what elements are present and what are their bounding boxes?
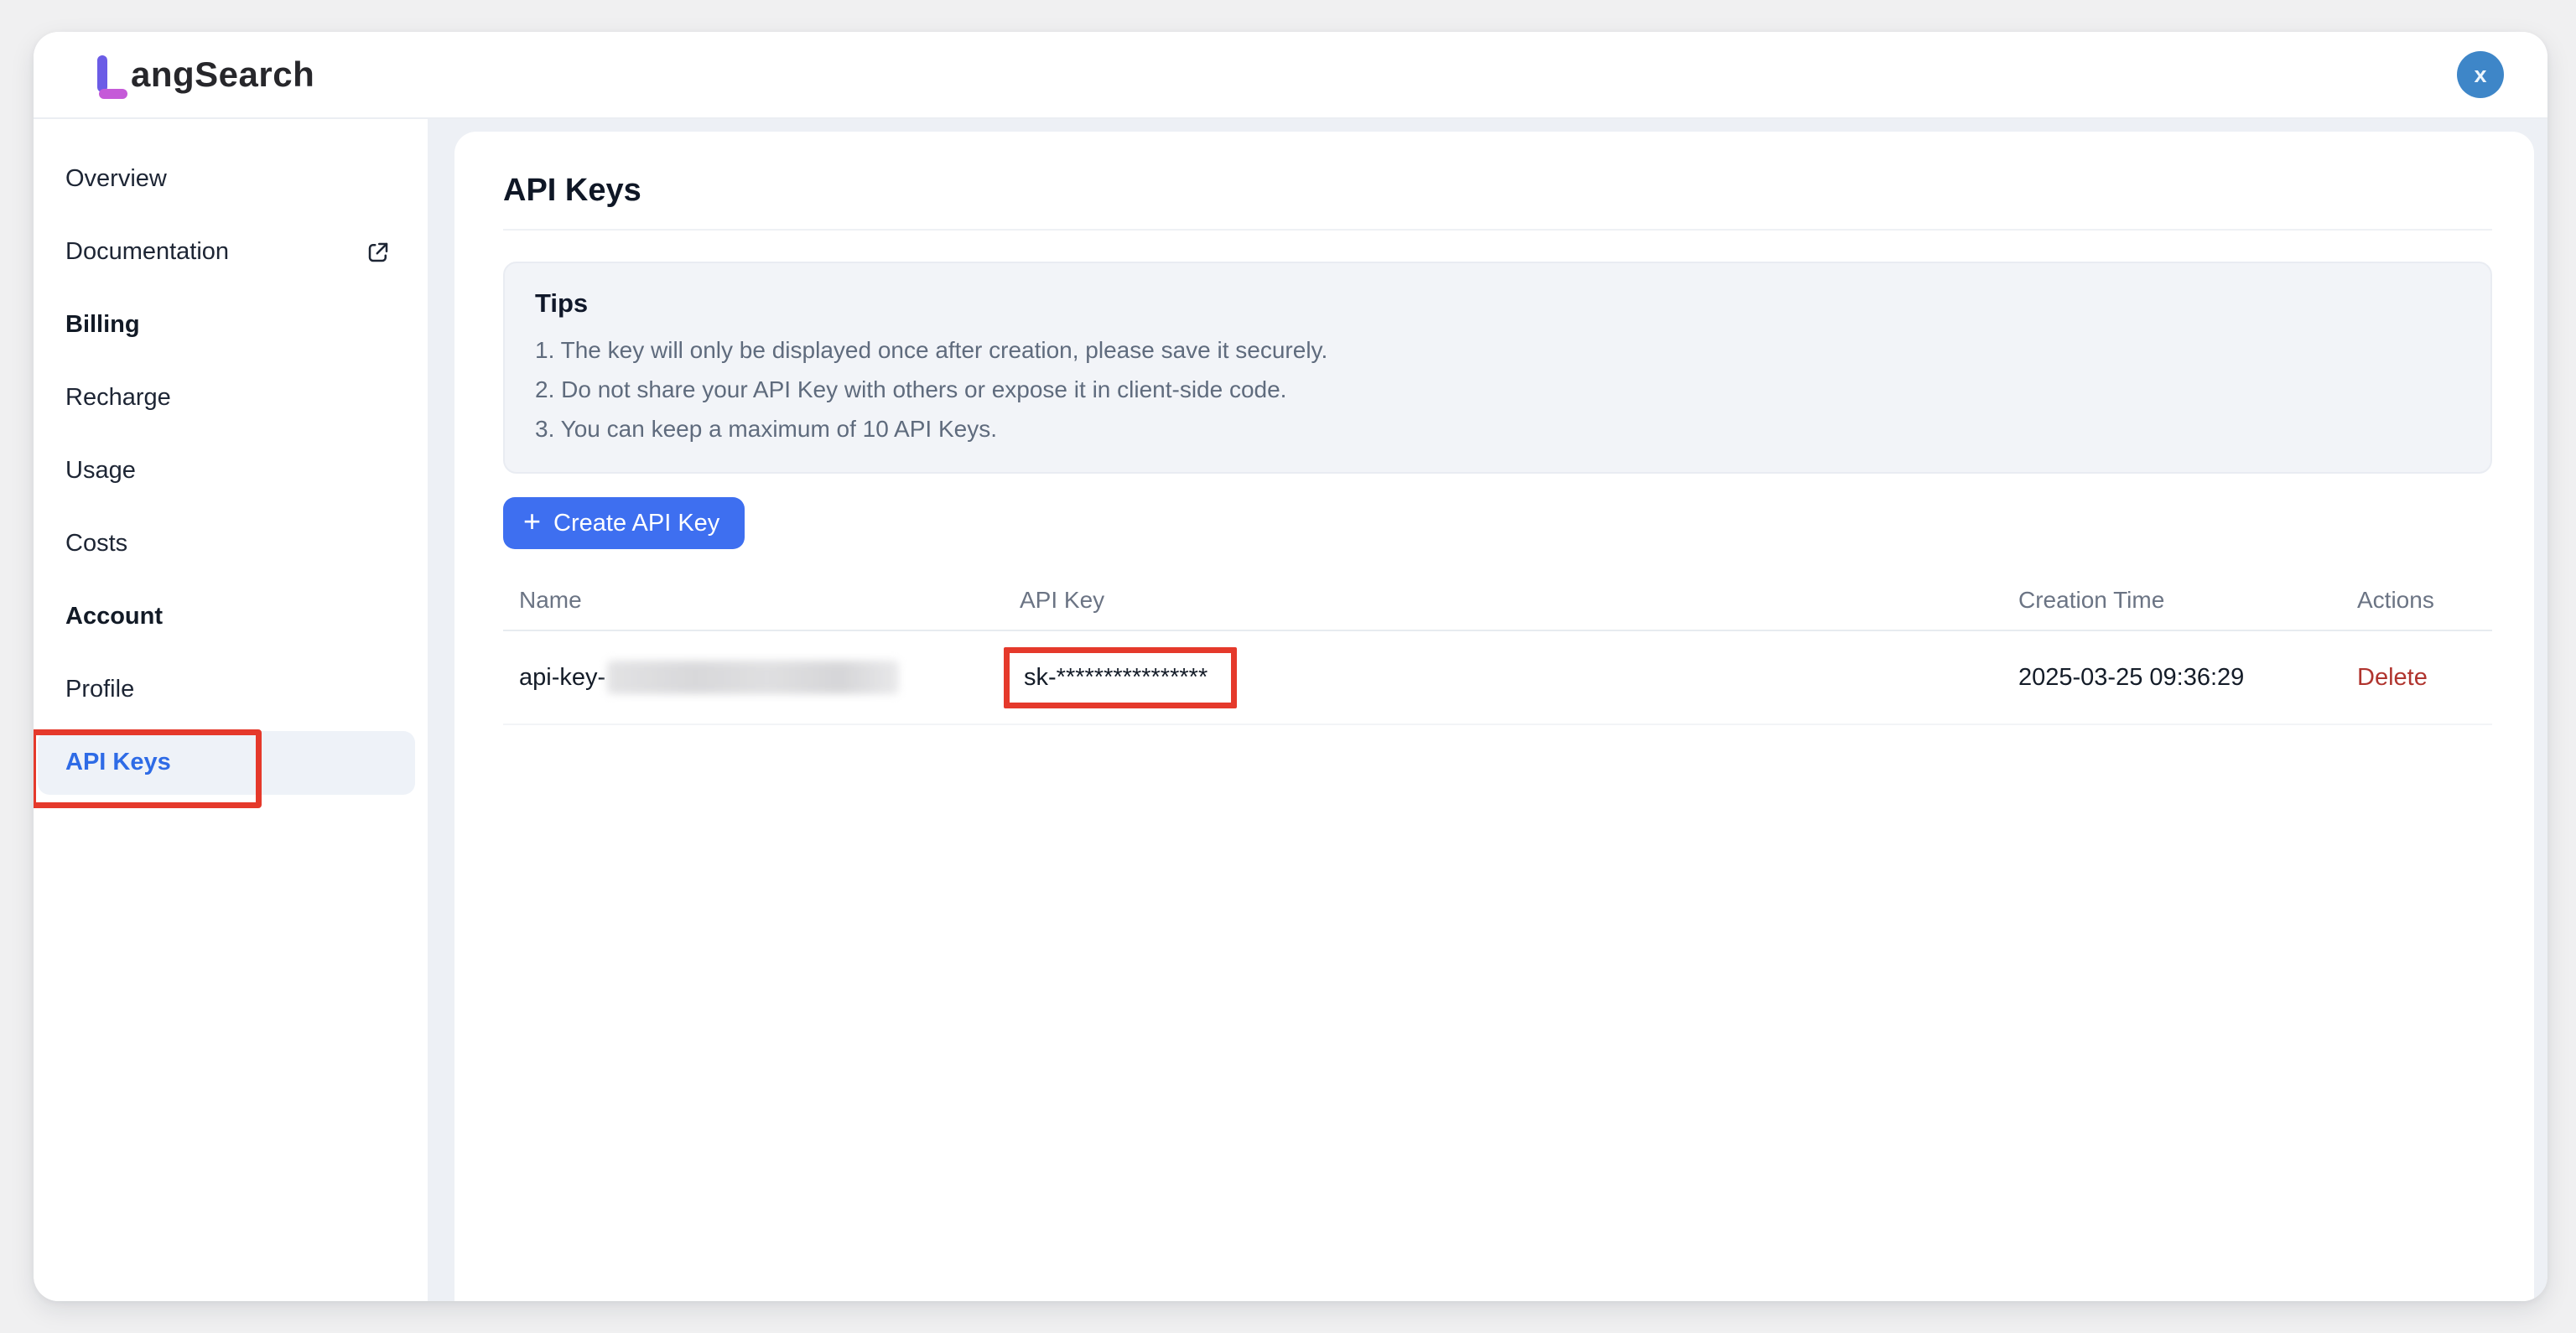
sidebar-item-api-keys[interactable]: API Keys	[34, 726, 428, 799]
api-key-masked-value: sk-****************	[1024, 664, 1208, 691]
brand-name: angSearch	[131, 54, 314, 96]
sidebar-item-profile[interactable]: Profile	[34, 653, 428, 726]
api-keys-table: Name API Key Creation Time Actions api-k…	[503, 571, 2492, 725]
api-key-name-prefix: api-key-	[519, 664, 605, 692]
redacted-name-blur	[607, 661, 899, 694]
create-api-key-button[interactable]: + Create API Key	[503, 497, 745, 549]
column-header-name: Name	[503, 587, 1004, 614]
page-title: API Keys	[503, 170, 2492, 210]
api-keys-card: API Keys Tips 1. The key will only be di…	[454, 132, 2534, 1301]
column-header-creation-time: Creation Time	[2018, 587, 2357, 614]
tips-title: Tips	[535, 288, 2460, 319]
cell-creation-time: 2025-03-25 09:36:29	[2018, 664, 2357, 692]
sidebar: Overview Documentation Billing Recharge …	[34, 119, 428, 1301]
sidebar-item-usage[interactable]: Usage	[34, 434, 428, 507]
sidebar-section-account: Account	[34, 580, 428, 653]
tips-line-1: 1. The key will only be displayed once a…	[535, 330, 2460, 370]
title-divider	[503, 229, 2492, 231]
create-api-key-label: Create API Key	[553, 510, 719, 537]
sidebar-item-costs[interactable]: Costs	[34, 507, 428, 580]
column-header-actions: Actions	[2357, 587, 2492, 614]
table-header-row: Name API Key Creation Time Actions	[503, 571, 2492, 631]
external-link-icon	[366, 240, 391, 265]
main-area: API Keys Tips 1. The key will only be di…	[428, 119, 2547, 1301]
content-split: Overview Documentation Billing Recharge …	[34, 119, 2547, 1301]
tips-line-3: 3. You can keep a maximum of 10 API Keys…	[535, 409, 2460, 449]
annotation-box-api-key: sk-****************	[1004, 647, 1237, 708]
avatar-initial: x	[2474, 62, 2486, 88]
table-row: api-key- sk-**************** 2025-03-25 …	[503, 631, 2492, 725]
column-header-api-key: API Key	[1004, 587, 2018, 614]
cell-api-key: sk-****************	[1004, 647, 2018, 708]
brand-logo[interactable]: angSearch	[96, 54, 314, 96]
sidebar-item-recharge[interactable]: Recharge	[34, 361, 428, 434]
plus-icon: +	[523, 506, 541, 540]
sidebar-item-overview[interactable]: Overview	[34, 143, 428, 215]
logo-l-icon	[96, 54, 129, 96]
sidebar-section-billing: Billing	[34, 288, 428, 361]
top-header: angSearch x	[34, 32, 2547, 119]
delete-link[interactable]: Delete	[2357, 664, 2428, 692]
cell-name: api-key-	[503, 661, 1004, 694]
tips-line-2: 2. Do not share your API Key with others…	[535, 370, 2460, 409]
tips-panel: Tips 1. The key will only be displayed o…	[503, 262, 2492, 474]
user-avatar[interactable]: x	[2457, 51, 2504, 98]
cell-actions: Delete	[2357, 664, 2492, 692]
sidebar-item-documentation[interactable]: Documentation	[34, 215, 428, 288]
app-window: angSearch x Overview Documentation Billi…	[34, 32, 2547, 1301]
